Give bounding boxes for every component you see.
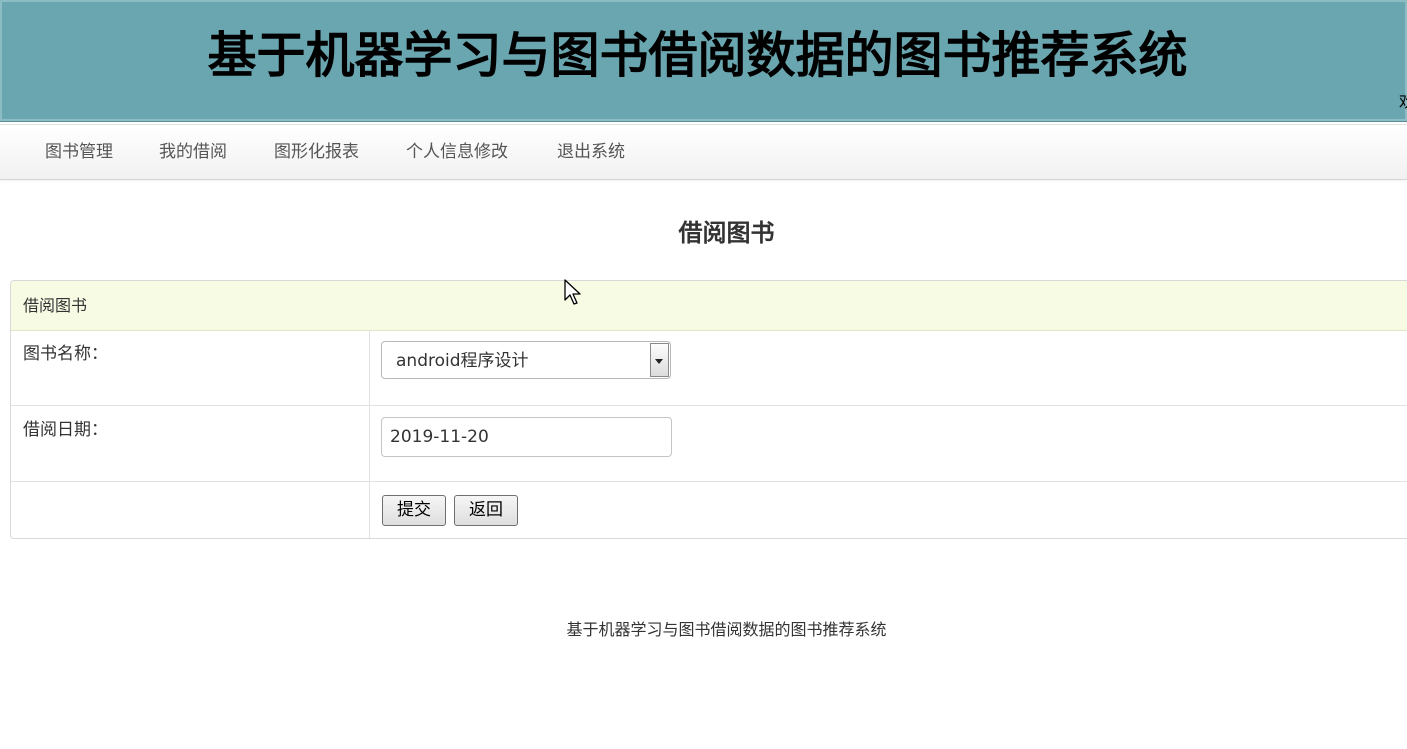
column-divider bbox=[369, 482, 370, 538]
borrow-date-row: 借阅日期： bbox=[11, 406, 1407, 482]
book-name-label: 图书名称： bbox=[23, 344, 108, 364]
site-title: 基于机器学习与图书借阅数据的图书推荐系统 bbox=[207, 27, 1188, 84]
book-name-select[interactable]: android程序设计 bbox=[381, 341, 671, 379]
back-button[interactable]: 返回 bbox=[454, 495, 518, 526]
site-banner: 基于机器学习与图书借阅数据的图书推荐系统 欢 bbox=[0, 0, 1407, 122]
book-name-selected-value: android程序设计 bbox=[396, 351, 529, 371]
borrow-date-input[interactable] bbox=[381, 417, 672, 457]
chevron-down-icon[interactable] bbox=[650, 343, 669, 377]
nav-item-logout[interactable]: 退出系统 bbox=[557, 141, 625, 163]
nav-item-edit-profile[interactable]: 个人信息修改 bbox=[406, 141, 508, 163]
borrow-date-label: 借阅日期： bbox=[23, 420, 108, 440]
panel-header: 借阅图书 bbox=[11, 281, 1407, 331]
nav-item-book-management[interactable]: 图书管理 bbox=[45, 141, 113, 163]
main-navbar: 图书管理 我的借阅 图形化报表 个人信息修改 退出系统 bbox=[0, 124, 1407, 180]
column-divider bbox=[369, 330, 370, 405]
panel-title: 借阅图书 bbox=[23, 296, 88, 315]
form-actions-row: 提交 返回 bbox=[11, 482, 1407, 538]
page-footer: 基于机器学习与图书借阅数据的图书推荐系统 bbox=[566, 620, 887, 639]
mouse-pointer-icon bbox=[564, 279, 581, 305]
page-title: 借阅图书 bbox=[678, 219, 775, 247]
book-name-row: 图书名称： android程序设计 bbox=[11, 330, 1407, 406]
column-divider bbox=[369, 406, 370, 481]
welcome-text-fragment: 欢 bbox=[1398, 92, 1407, 111]
borrow-form-panel: 借阅图书 图书名称： android程序设计 借阅日期： 提交 返回 bbox=[10, 280, 1407, 539]
nav-item-charts-report[interactable]: 图形化报表 bbox=[274, 141, 359, 163]
submit-button[interactable]: 提交 bbox=[382, 495, 446, 526]
nav-item-my-borrowing[interactable]: 我的借阅 bbox=[159, 141, 227, 163]
